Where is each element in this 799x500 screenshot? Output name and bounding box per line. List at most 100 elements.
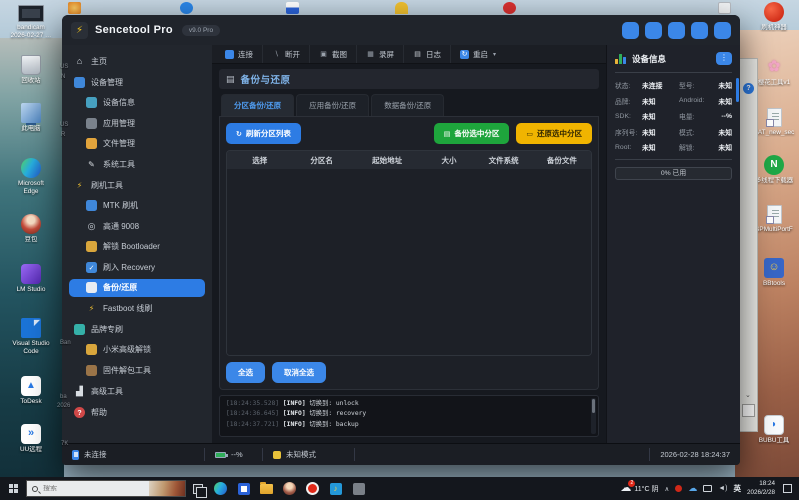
sidebar-item-backup-restore[interactable]: 备份/还原 [69, 279, 205, 297]
desktop-icon-cut-icon-3[interactable] [286, 2, 299, 14]
desktop: bandicam2026-02-27 … 回收站此电脑 MicrosoftEdge 豆… [0, 0, 799, 500]
partition-actions: 刷新分区列表 备份选中分区 还原选中分区 [226, 123, 592, 144]
desktop-icon-recycle-bin[interactable]: 回收站 [4, 55, 58, 85]
desktop-icon-avatar-app[interactable]: 豆包 [4, 214, 58, 244]
toolbar-reboot-button[interactable]: 重启▾ [450, 45, 505, 63]
refresh-partitions-button[interactable]: 刷新分区列表 [226, 123, 301, 144]
background-window-edge[interactable]: ? ⌄ [737, 58, 758, 432]
backup-selected-button[interactable]: 备份选中分区 [434, 123, 510, 144]
tab-data-backup[interactable]: 数据备份/还原 [371, 94, 444, 116]
sidebar-item-mi-advanced-unlock[interactable]: 小米高级解锁 [69, 341, 205, 359]
log-line: [18:24:37.721] [INFO] 切换到: backup [226, 420, 586, 430]
restore-selected-button[interactable]: 还原选中分区 [516, 123, 592, 144]
window-control-minimize[interactable] [668, 22, 685, 39]
device-field-value: 未知 [715, 96, 732, 106]
desktop-icon-cut-icon-1[interactable] [68, 2, 81, 14]
desktop-icon-flash-artifact[interactable]: 刷机神器 [751, 2, 797, 32]
log-console[interactable]: [18:24:35.528] [INFO] 切换到: unlock[18:24:… [219, 395, 599, 437]
sidebar-item-firmware-unpack[interactable]: 固件解包工具 [69, 361, 205, 379]
refresh-partitions-label: 刷新分区列表 [246, 128, 291, 139]
toolbar-log-label: 日志 [426, 49, 441, 60]
taskbar-music-app-icon[interactable] [324, 477, 347, 500]
display-tray-icon[interactable] [703, 485, 712, 492]
taskbar-search-input[interactable] [43, 485, 123, 492]
desktop-icon-this-pc[interactable]: 此电脑 [4, 103, 58, 133]
desktop-icon-vscode[interactable]: Visual StudioCode [4, 318, 58, 357]
taskbar-avatar-app-icon[interactable] [278, 477, 301, 500]
ime-indicator[interactable]: 英 [733, 483, 741, 494]
status-connection-text: 未连接 [84, 449, 107, 460]
sidebar-item-flash-recovery[interactable]: 刷入 Recovery [69, 258, 205, 276]
search-daily-image[interactable] [149, 481, 185, 496]
folder-glyph [260, 484, 273, 494]
window-control-settings[interactable] [622, 22, 639, 39]
taskbar-gray-app-icon[interactable] [347, 477, 370, 500]
toolbar-screen-record-button[interactable]: 录屏 [356, 45, 403, 63]
window-control-maximize[interactable] [691, 22, 708, 39]
desktop-icon-cut-icon-2[interactable] [180, 2, 193, 14]
sidebar-item-flash-tools[interactable]: 刷机工具 [69, 176, 205, 194]
sidebar-item-label: 小米高级解锁 [103, 344, 151, 355]
desktop-icon-lm-studio[interactable]: LM Studio [4, 264, 58, 294]
device-field-label: 电量: [679, 111, 715, 121]
device-field-label: 模式: [679, 127, 715, 137]
device-field-value: 未知 [642, 142, 679, 152]
start-button[interactable] [0, 484, 26, 493]
desktop-icon-cut-icon-4[interactable] [395, 2, 408, 14]
log-scrollbar[interactable] [591, 398, 596, 434]
sidebar-item-file-mgmt[interactable]: 文件管理 [69, 135, 205, 153]
partition-table-body[interactable] [227, 169, 591, 355]
sidebar-item-app-mgmt[interactable]: 应用管理 [69, 114, 205, 132]
taskbar-store-app-icon[interactable] [232, 477, 255, 500]
sidebar-item-device-mgmt[interactable]: 设备管理 [69, 73, 205, 91]
sidebar-item-qualcomm-9008[interactable]: 高通 9008 [69, 217, 205, 235]
action-center-icon[interactable] [783, 484, 792, 493]
taskbar-bandicam-recorder-icon[interactable] [301, 477, 324, 500]
recorder-tray-icon[interactable] [675, 485, 682, 492]
sidebar-item-home[interactable]: 主页 [69, 52, 205, 70]
help-circle-icon[interactable]: ? [743, 83, 754, 94]
sidebar-item-device-info[interactable]: 设备信息 [69, 94, 205, 112]
desktop-icon-microsoft-edge[interactable]: MicrosoftEdge [4, 158, 58, 197]
collapse-chevron-icon[interactable]: ⌄ [745, 391, 751, 399]
desktop-icon-todesk[interactable]: ToDesk [4, 376, 58, 406]
taskbar-search-box[interactable] [26, 480, 186, 497]
cloud-tray-icon[interactable] [688, 483, 697, 494]
sidebar-item-advanced-tools[interactable]: 高级工具 [69, 382, 205, 400]
window-control-theme[interactable] [645, 22, 662, 39]
background-window-button[interactable] [742, 404, 755, 417]
tab-partition-backup[interactable]: 分区备份/还原 [221, 94, 294, 116]
taskbar-clock[interactable]: 18:24 2026/2/28 [747, 480, 775, 497]
panel-scrollbar-thumb[interactable] [736, 78, 739, 102]
tab-application-backup[interactable]: 应用备份/还原 [296, 94, 369, 116]
sidebar-item-fastboot-flash[interactable]: Fastboot 线刷 [69, 299, 205, 317]
sidebar-item-mtk-flash[interactable]: MTK 刷机 [69, 197, 205, 215]
weather-widget[interactable]: 2 11°C 阴 [620, 483, 658, 494]
toolbar-log-button[interactable]: 日志 [403, 45, 450, 63]
taskbar-edge-browser-icon[interactable] [209, 477, 232, 500]
taskbar-file-explorer-icon[interactable] [255, 477, 278, 500]
desktop-icon-label: 回收站 [4, 77, 58, 85]
window-control-close[interactable] [714, 22, 731, 39]
sidebar-item-brand-flash[interactable]: 品牌专刷 [69, 320, 205, 338]
desktop-icon-bandicam-file[interactable]: bandicam2026-02-27 … [4, 5, 58, 41]
sidebar-item-unlock-bootloader[interactable]: 解锁 Bootloader [69, 238, 205, 256]
uu-icon [21, 424, 41, 444]
toolbar-connect-button[interactable]: 连接 [216, 45, 262, 63]
tray-expand-chevron-icon[interactable]: ∧ [664, 485, 669, 493]
q9008-icon [86, 221, 97, 232]
volume-icon[interactable] [718, 485, 727, 492]
toolbar-screenshot-button[interactable]: 截图 [309, 45, 356, 63]
select-all-button[interactable]: 全选 [226, 362, 265, 383]
toolbar-disconnect-button[interactable]: 断开 [262, 45, 309, 63]
desktop-icon-cut-icon-6[interactable] [718, 2, 731, 14]
desktop-icon-uu-remote[interactable]: UU远程 [4, 424, 58, 454]
sidebar-item-help[interactable]: 帮助 [69, 403, 205, 421]
sidebar-item-system-tools[interactable]: 系统工具 [69, 155, 205, 173]
store-glyph [238, 483, 250, 495]
deselect-all-button[interactable]: 取消全选 [272, 362, 326, 383]
taskbar-task-view-icon[interactable] [186, 477, 209, 500]
title-bar[interactable]: Sencetool Pro v9.0 Pro [62, 15, 740, 45]
desktop-icon-cut-icon-5[interactable] [503, 2, 516, 14]
device-info-menu-button[interactable]: ⋮ [716, 52, 732, 65]
